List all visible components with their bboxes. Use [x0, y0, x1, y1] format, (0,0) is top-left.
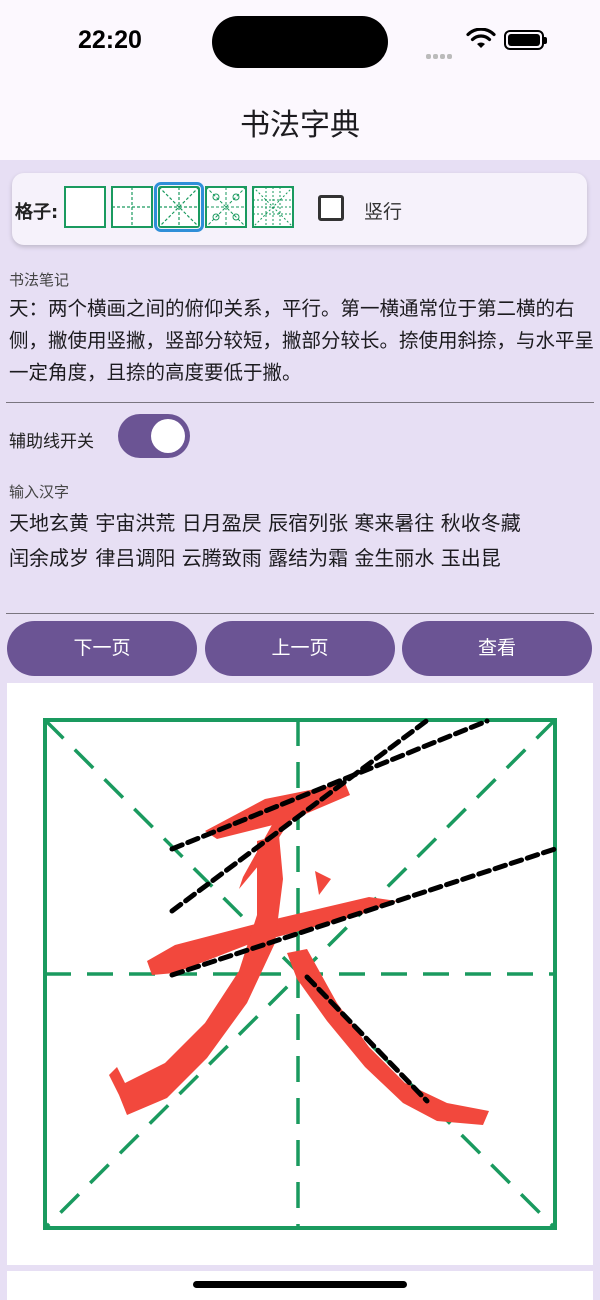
notes-label: 书法笔记	[9, 271, 70, 289]
view-button[interactable]: 查看	[402, 621, 592, 676]
battery-icon	[504, 30, 547, 50]
vertical-checkbox[interactable]	[318, 195, 344, 221]
character-display	[43, 716, 558, 1230]
wifi-icon	[466, 28, 496, 48]
toggle-knob	[151, 419, 185, 453]
aux-line-label: 辅助线开关	[9, 432, 94, 452]
top-bar: 22:20 书法字典	[0, 0, 600, 160]
divider	[6, 402, 594, 403]
status-time: 22:20	[78, 26, 142, 54]
stroke-hook	[315, 871, 331, 895]
app-title: 书法字典	[240, 108, 360, 143]
dynamic-island	[212, 16, 388, 68]
prev-page-button[interactable]: 上一页	[205, 621, 395, 676]
input-underline	[6, 613, 594, 614]
grid-selector: 格子: 竖行	[12, 173, 587, 245]
aux-line-toggle[interactable]	[118, 414, 190, 458]
grid-label: 格子:	[15, 202, 59, 223]
grid-option-nine-palace[interactable]	[252, 186, 294, 228]
input-label: 输入汉字	[9, 483, 70, 501]
grid-option-cross[interactable]	[111, 186, 153, 228]
calligraphy-canvas[interactable]	[7, 683, 593, 1265]
grid-option-rice[interactable]	[154, 182, 204, 232]
hanzi-input[interactable]: 天地玄黄 宇宙洪荒 日月盈昃 辰宿列张 寒来暑往 秋收冬藏 闰余成岁 律吕调阳 …	[9, 506, 594, 576]
grid-option-blank[interactable]	[64, 186, 106, 228]
home-indicator	[193, 1281, 407, 1288]
cellular-signal-icon	[426, 44, 454, 63]
next-page-button[interactable]: 下一页	[7, 621, 197, 676]
vertical-label: 竖行	[364, 201, 403, 223]
hanzi-input-text: 天地玄黄 宇宙洪荒 日月盈昃 辰宿列张 寒来暑往 秋收冬藏 闰余成岁 律吕调阳 …	[9, 511, 521, 570]
grid-option-rice-nine[interactable]	[205, 186, 247, 228]
notes-text: 天：两个横画之间的俯仰关系，平行。第一横通常位于第二横的右侧，撇使用竖撇，竖部分…	[9, 297, 595, 384]
